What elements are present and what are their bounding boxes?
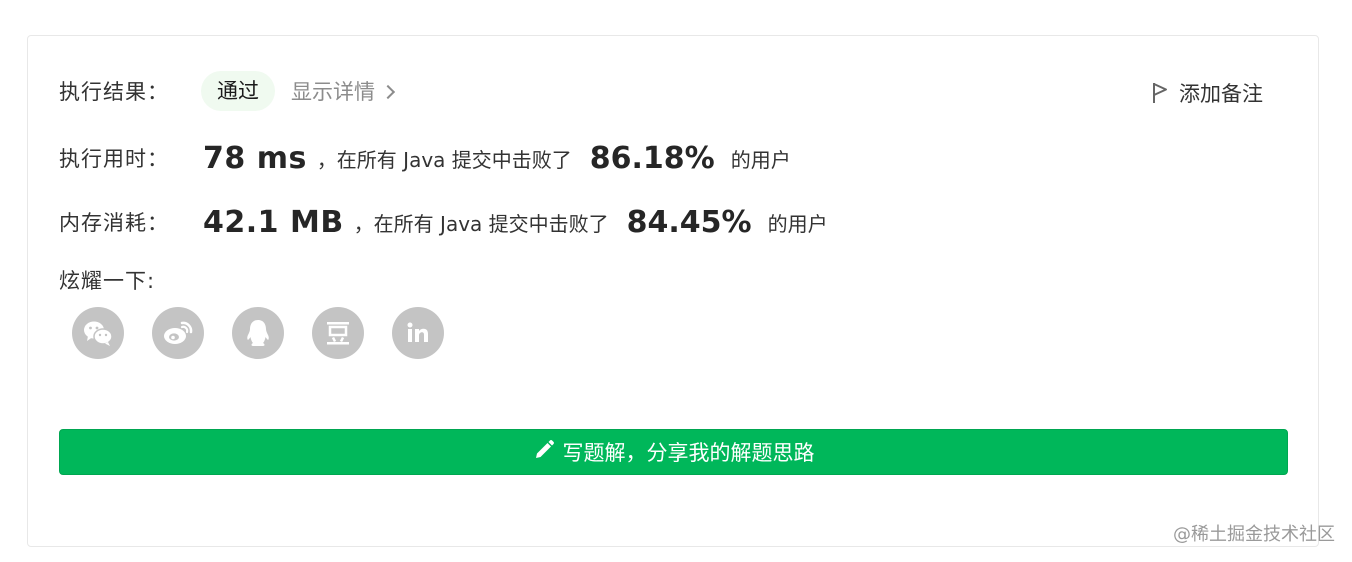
share-douban-button[interactable]	[312, 307, 364, 359]
chevron-right-icon	[380, 84, 396, 100]
add-note-label: 添加备注	[1179, 82, 1263, 106]
memory-label: 内存消耗：	[59, 211, 169, 235]
share-icons	[72, 307, 444, 359]
runtime-suffix: 的用户	[730, 147, 791, 172]
show-details-link[interactable]: 显示详情	[291, 76, 396, 106]
share-weibo-button[interactable]	[152, 307, 204, 359]
result-row: 执行结果： 通过 显示详情	[59, 71, 396, 111]
linkedin-icon	[407, 322, 428, 342]
write-solution-button[interactable]: 写题解，分享我的解题思路	[59, 429, 1288, 475]
memory-value: 42.1 MB	[203, 204, 344, 240]
wechat-icon	[84, 321, 113, 346]
flag-icon	[1151, 81, 1169, 105]
result-label: 执行结果：	[59, 80, 169, 104]
write-solution-label: 写题解，分享我的解题思路	[562, 441, 815, 465]
weibo-icon	[164, 321, 193, 344]
runtime-value: 78 ms	[203, 140, 307, 176]
share-row: 炫耀一下:	[59, 264, 155, 296]
runtime-compare-text: ，在所有 Java 提交中击败了	[316, 147, 572, 172]
memory-compare-text: ，在所有 Java 提交中击败了	[353, 211, 609, 236]
memory-suffix: 的用户	[767, 211, 828, 236]
douban-icon	[327, 322, 349, 345]
submission-result-card: 执行结果： 通过 显示详情 添加备注 执行用时： 78 ms ，在所有 Java…	[27, 35, 1319, 547]
memory-row: 内存消耗： 42.1 MB ，在所有 Java 提交中击败了 84.45% 的用…	[59, 200, 828, 244]
share-label: 炫耀一下:	[59, 269, 156, 293]
pencil-icon	[533, 439, 555, 466]
memory-percent: 84.45%	[626, 204, 752, 240]
runtime-row: 执行用时： 78 ms ，在所有 Java 提交中击败了 86.18% 的用户	[59, 136, 791, 180]
share-linkedin-button[interactable]	[392, 307, 444, 359]
watermark: @稀土掘金技术社区	[1173, 524, 1335, 545]
add-note-button[interactable]: 添加备注	[1151, 78, 1263, 108]
share-wechat-button[interactable]	[72, 307, 124, 359]
share-qq-button[interactable]	[232, 307, 284, 359]
runtime-label: 执行用时：	[59, 147, 169, 171]
runtime-percent: 86.18%	[589, 140, 715, 176]
show-details-label: 显示详情	[291, 80, 375, 104]
status-badge: 通过	[201, 71, 275, 111]
qq-icon	[247, 320, 269, 346]
